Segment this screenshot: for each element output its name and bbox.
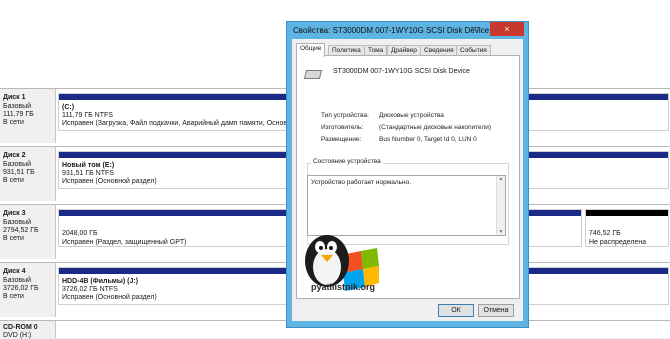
partition-status: Исправен (Основной раздел): [62, 294, 157, 301]
ok-button[interactable]: ОК: [438, 304, 474, 317]
disk-size: 2794,52 ГБ: [3, 227, 39, 234]
partition-status: Исправен (Основной раздел): [62, 178, 157, 185]
device-type-value: Дисковые устройства: [379, 112, 444, 119]
unallocated-size: 746,52 ГБ: [589, 230, 621, 237]
disk-name: Диск 3: [3, 210, 26, 217]
scroll-down-icon[interactable]: ▼: [498, 229, 504, 235]
partition-status: Исправен (Раздел, защищенный GPT): [62, 239, 187, 246]
disk-status: В сети: [3, 293, 24, 300]
partition-title: HDD-4B (Фильмы) (J:): [62, 278, 139, 285]
watermark-text: pyatilistnik.org: [311, 282, 376, 292]
disk-size: 931,51 ГБ: [3, 169, 35, 176]
location-label: Размещение:: [321, 136, 362, 143]
partition-e-right: [527, 151, 669, 189]
unallocated-status: Не распределена: [589, 239, 647, 246]
partition-title: Новый том (E:): [62, 162, 115, 169]
manufacturer-value: (Стандартные дисковые накопители): [379, 124, 492, 131]
disk-label[interactable]: CD-ROM 0 DVD (H:): [0, 321, 56, 339]
manufacturer-label: Изготовитель:: [321, 124, 364, 131]
device-name: ST3000DM 007-1WY10G SCSI Disk Device: [333, 68, 470, 75]
partition-status: Исправен (Загрузка, Файл подкачки, Авари…: [62, 120, 291, 127]
partition-bar: [59, 268, 299, 274]
partition-c-right: [527, 93, 669, 131]
disk-label[interactable]: Диск 3 Базовый 2794,52 ГБ В сети: [0, 205, 56, 259]
scroll-up-icon[interactable]: ▲: [498, 176, 504, 182]
partition-bar: [59, 94, 299, 100]
disk-size: 111,79 ГБ: [3, 111, 34, 118]
partition-bar: [59, 152, 299, 158]
disk-size: 3726,02 ГБ: [3, 285, 39, 292]
partition-fs: 111,79 ГБ NTFS: [62, 112, 113, 119]
partition-title: (C:): [62, 104, 75, 111]
disk-name: Диск 4: [3, 268, 26, 275]
unallocated-space[interactable]: 746,52 ГБ Не распределена: [585, 209, 669, 247]
partition-bar: [528, 94, 668, 100]
partition-bar: [528, 268, 668, 274]
partition-j[interactable]: HDD-4B (Фильмы) (J:) 3726,02 ГБ NTFS Исп…: [58, 267, 300, 305]
device-status-label: Состояние устройства: [311, 158, 383, 165]
device-type-label: Тип устройства:: [321, 112, 369, 119]
disk-type: Базовый: [3, 103, 32, 110]
tab-general[interactable]: Общие: [296, 43, 326, 57]
partition-c[interactable]: (C:) 111,79 ГБ NTFS Исправен (Загрузка, …: [58, 93, 300, 131]
partition-bar: [528, 152, 668, 158]
disk-type: Базовый: [3, 277, 32, 284]
disk-status: В сети: [3, 235, 24, 242]
unallocated-bar: [586, 210, 668, 216]
disk-label[interactable]: Диск 2 Базовый 931,51 ГБ В сети: [0, 147, 56, 201]
disk-type: Базовый: [3, 219, 32, 226]
close-button[interactable]: ×: [490, 22, 524, 36]
disk-type: Базовый: [3, 161, 32, 168]
partition-e[interactable]: Новый том (E:) 931,51 ГБ NTFS Исправен (…: [58, 151, 300, 189]
disk-label[interactable]: Диск 4 Базовый 3726,02 ГБ В сети: [0, 263, 56, 317]
device-status-text: Устройство работает нормально.: [311, 179, 412, 186]
dialog-title: Свойства: ST3000DM 007-1WY10G SCSI Disk …: [293, 26, 490, 35]
disk-name: Диск 2: [3, 152, 26, 159]
partition-j-right: [527, 267, 669, 305]
minimize-button[interactable]: —: [468, 22, 483, 34]
disk-status: В сети: [3, 177, 24, 184]
disk-status: В сети: [3, 119, 24, 126]
disk-drive-icon: [303, 70, 323, 79]
partition-size: 2048,00 ГБ: [62, 230, 98, 237]
partition-fs: 3726,02 ГБ NTFS: [62, 286, 118, 293]
cancel-button[interactable]: Отмена: [478, 304, 514, 317]
partition-fs: 931,51 ГБ NTFS: [62, 170, 114, 177]
disk-name: CD-ROM 0: [3, 324, 38, 331]
status-scrollbar[interactable]: ▲ ▼: [496, 176, 505, 235]
disk-name: Диск 1: [3, 94, 26, 101]
location-value: Bus Number 0, Target Id 0, LUN 0: [379, 136, 477, 143]
disk-label[interactable]: Диск 1 Базовый 111,79 ГБ В сети: [0, 89, 56, 143]
disk-type: DVD (H:): [3, 332, 32, 339]
